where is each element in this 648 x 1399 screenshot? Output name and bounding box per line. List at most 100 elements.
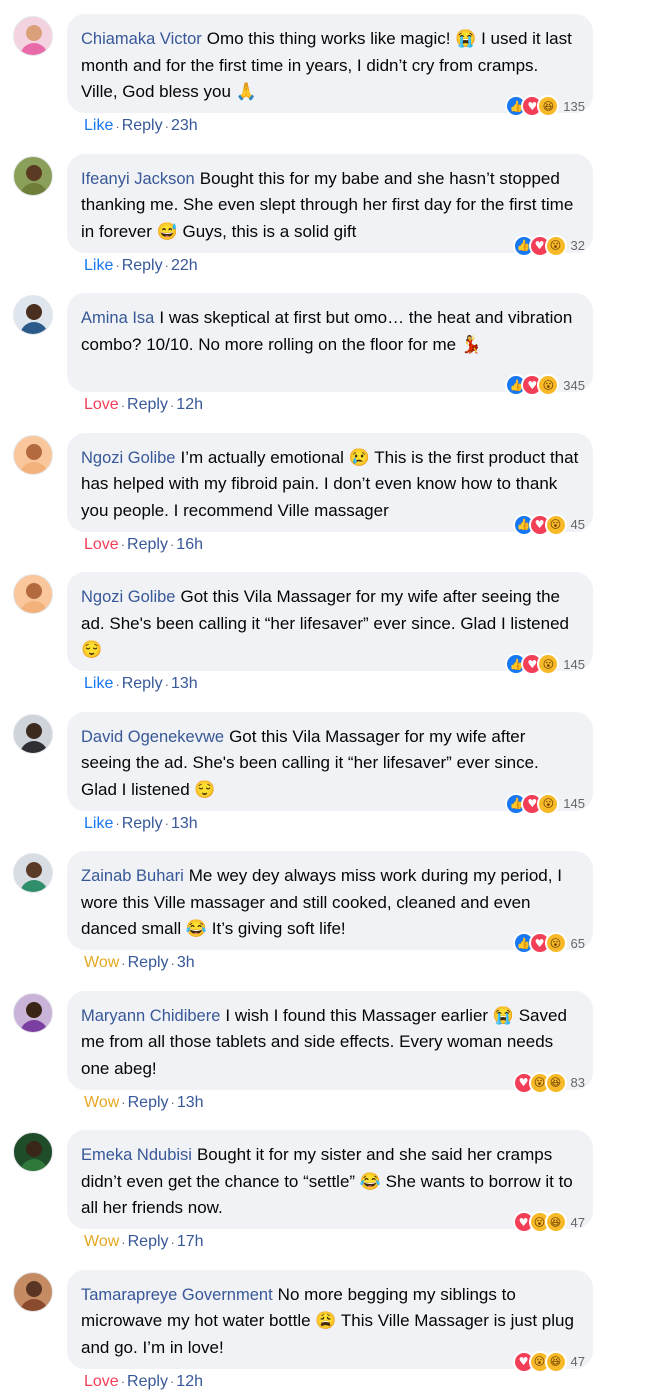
reaction-button[interactable]: Wow bbox=[84, 1094, 119, 1112]
separator-dot: · bbox=[170, 955, 175, 971]
comment-author-link[interactable]: Tamarapreye Government bbox=[81, 1286, 273, 1304]
separator-dot: · bbox=[169, 537, 175, 552]
avatar[interactable] bbox=[13, 16, 53, 56]
reply-button[interactable]: Reply bbox=[127, 396, 168, 414]
reaction-count: 47 bbox=[570, 1214, 585, 1230]
reaction-summary[interactable]: ♥ 😮 😆 47 bbox=[512, 1211, 585, 1233]
reply-button[interactable]: Reply bbox=[127, 536, 168, 554]
avatar[interactable] bbox=[13, 574, 53, 614]
comment-timestamp[interactable]: 17h bbox=[177, 1233, 204, 1251]
comment-actions: Wow · Reply · 3h bbox=[84, 954, 195, 972]
reply-button[interactable]: Reply bbox=[128, 1094, 169, 1112]
reaction-summary[interactable]: 👍 ♥ 😆 135 bbox=[505, 95, 585, 117]
reaction-count: 32 bbox=[570, 238, 585, 253]
reaction-summary[interactable]: ♥ 😮 😆 47 bbox=[512, 1350, 585, 1373]
comment-author-link[interactable]: Zainab Buhari bbox=[81, 867, 184, 885]
separator-dot: · bbox=[120, 537, 126, 552]
comment-timestamp[interactable]: 22h bbox=[171, 257, 198, 275]
reaction-summary[interactable]: 👍 ♥ 😮 345 bbox=[505, 374, 585, 396]
wow-reaction-icon: 😮 bbox=[537, 792, 560, 815]
comment-author-link[interactable]: Ifeanyi Jackson bbox=[81, 170, 195, 188]
separator-dot: · bbox=[120, 1374, 126, 1389]
comment-text: Emeka Ndubisi Bought it for my sister and… bbox=[81, 1142, 579, 1222]
comment-author-link[interactable]: Emeka Ndubisi bbox=[81, 1146, 192, 1164]
reply-button[interactable]: Reply bbox=[122, 815, 163, 833]
comment-item: Tamarapreye Government No more begging my… bbox=[0, 1256, 648, 1396]
comment-body: I was skeptical at first but omo… the he… bbox=[81, 308, 573, 354]
wow-reaction-icon: 😮 bbox=[537, 374, 560, 396]
comment-actions: Wow · Reply · 17h bbox=[84, 1233, 204, 1251]
avatar[interactable] bbox=[13, 713, 53, 754]
separator-dot: · bbox=[121, 1234, 126, 1250]
avatar[interactable] bbox=[13, 434, 53, 475]
comment-timestamp[interactable]: 23h bbox=[171, 117, 198, 135]
reaction-count: 65 bbox=[570, 935, 585, 951]
reply-button[interactable]: Reply bbox=[122, 117, 163, 135]
wow-reaction-icon: 😮 bbox=[544, 932, 567, 954]
reaction-summary[interactable]: 👍 ♥ 😮 145 bbox=[505, 653, 585, 675]
comment-text: Ngozi Golibe I’m actually emotional 😢 Thi… bbox=[81, 445, 579, 525]
comment-timestamp[interactable]: 13h bbox=[171, 815, 198, 833]
reaction-button[interactable]: Wow bbox=[84, 954, 119, 972]
avatar[interactable] bbox=[13, 992, 53, 1033]
reaction-summary[interactable]: 👍 ♥ 😮 65 bbox=[512, 932, 585, 954]
comment-timestamp[interactable]: 16h bbox=[176, 536, 203, 554]
reply-button[interactable]: Reply bbox=[122, 257, 163, 275]
comment-author-link[interactable]: Ngozi Golibe bbox=[81, 449, 175, 467]
comment-bubble: David Ogenekevwe Got this Vila Massager f… bbox=[67, 711, 593, 815]
reaction-button[interactable]: Love bbox=[84, 536, 119, 554]
reaction-count: 83 bbox=[570, 1075, 585, 1090]
reaction-button[interactable]: Like bbox=[84, 117, 113, 135]
comment-actions: Love · Reply · 16h bbox=[84, 536, 203, 554]
reply-button[interactable]: Reply bbox=[128, 954, 169, 972]
comment-timestamp[interactable]: 12h bbox=[176, 1373, 203, 1391]
avatar[interactable] bbox=[13, 853, 53, 893]
reaction-button[interactable]: Like bbox=[84, 815, 113, 833]
avatar[interactable] bbox=[13, 155, 53, 196]
reaction-summary[interactable]: 👍 ♥ 😮 45 bbox=[512, 513, 585, 536]
haha-reaction-icon: 😆 bbox=[544, 1071, 567, 1094]
comment-item: Amina Isa I was skeptical at first but om… bbox=[0, 279, 648, 419]
avatar[interactable] bbox=[13, 295, 53, 335]
haha-reaction-icon: 😆 bbox=[537, 95, 560, 117]
comment-text: David Ogenekevwe Got this Vila Massager f… bbox=[81, 724, 579, 804]
separator-dot: · bbox=[164, 816, 169, 831]
comment-item: Zainab Buhari Me wey dey always miss work… bbox=[0, 837, 648, 977]
avatar[interactable] bbox=[13, 1132, 53, 1172]
comment-timestamp[interactable]: 12h bbox=[176, 396, 203, 414]
separator-dot: · bbox=[164, 258, 169, 273]
reaction-summary[interactable]: ♥ 😮 😆 83 bbox=[512, 1071, 585, 1094]
avatar[interactable] bbox=[13, 1271, 53, 1312]
reply-button[interactable]: Reply bbox=[122, 675, 163, 693]
reaction-button[interactable]: Love bbox=[84, 1373, 119, 1391]
reaction-summary[interactable]: 👍 ♥ 😮 32 bbox=[512, 234, 585, 257]
comment-author-link[interactable]: David Ogenekevwe bbox=[81, 728, 224, 746]
comment-timestamp[interactable]: 3h bbox=[177, 954, 195, 972]
comment-text: Ngozi Golibe Got this Vila Massager for m… bbox=[81, 584, 579, 664]
comment-bubble: Chiamaka Victor Omo this thing works like… bbox=[67, 14, 593, 117]
comment-author-link[interactable]: Maryann Chidibere bbox=[81, 1007, 220, 1025]
reaction-button[interactable]: Wow bbox=[84, 1233, 119, 1251]
comment-item: Maryann Chidibere I wish I found this Mas… bbox=[0, 977, 648, 1117]
comment-text: Chiamaka Victor Omo this thing works like… bbox=[81, 26, 579, 106]
separator-dot: · bbox=[170, 1234, 175, 1250]
reply-button[interactable]: Reply bbox=[127, 1373, 168, 1391]
reply-button[interactable]: Reply bbox=[128, 1233, 169, 1251]
reaction-count: 145 bbox=[563, 796, 585, 811]
comment-timestamp[interactable]: 13h bbox=[171, 675, 198, 693]
comment-author-link[interactable]: Chiamaka Victor bbox=[81, 30, 202, 48]
haha-reaction-icon: 😆 bbox=[544, 1350, 567, 1373]
comment-author-link[interactable]: Amina Isa bbox=[81, 309, 154, 327]
separator-dot: · bbox=[115, 816, 120, 831]
reaction-count: 47 bbox=[570, 1354, 585, 1369]
comment-author-link[interactable]: Ngozi Golibe bbox=[81, 588, 175, 606]
comment-bubble: Emeka Ndubisi Bought it for my sister and… bbox=[67, 1130, 593, 1233]
reaction-button[interactable]: Like bbox=[84, 257, 113, 275]
comment-actions: Like · Reply · 22h bbox=[84, 257, 198, 275]
comment-timestamp[interactable]: 13h bbox=[177, 1094, 204, 1112]
reaction-count: 45 bbox=[570, 517, 585, 532]
reaction-summary[interactable]: 👍 ♥ 😮 145 bbox=[505, 792, 585, 815]
comment-bubble: Zainab Buhari Me wey dey always miss work… bbox=[67, 851, 593, 954]
reaction-button[interactable]: Like bbox=[84, 675, 113, 693]
reaction-button[interactable]: Love bbox=[84, 396, 119, 414]
